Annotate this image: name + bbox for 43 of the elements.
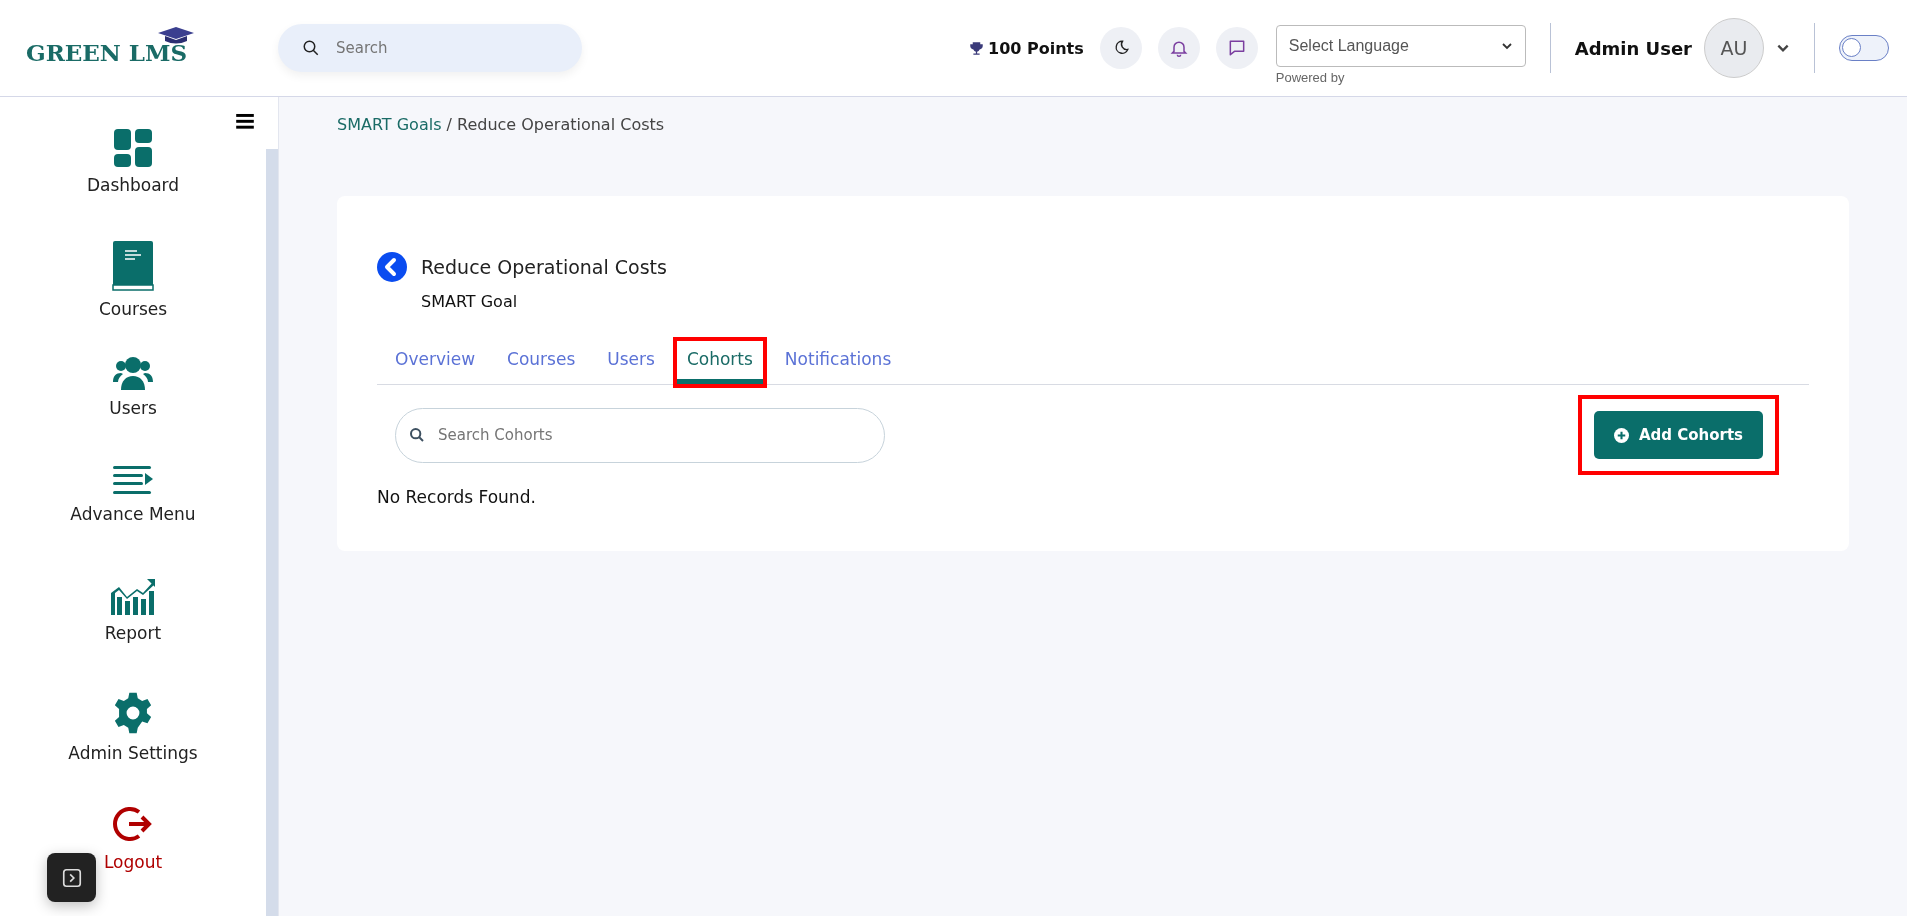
toggle-switch[interactable] <box>1839 35 1889 61</box>
search-icon <box>302 39 320 57</box>
book-icon <box>111 241 155 292</box>
search-field[interactable]: Search Cohorts <box>395 407 885 463</box>
expand-button[interactable] <box>47 853 96 902</box>
chevron-right-icon <box>60 866 83 889</box>
sidebar-item[interactable]: Admin Settings <box>68 691 198 804</box>
language-select[interactable]: Select Language <box>1275 25 1526 67</box>
breadcrumb-link[interactable]: SMART Goals <box>337 115 442 134</box>
avatar[interactable]: AU <box>1704 18 1764 78</box>
dark-mode-button[interactable] <box>1099 27 1142 69</box>
sidebar-item[interactable]: Courses <box>98 241 168 354</box>
chevron-down-icon <box>1500 40 1513 52</box>
empty-message: No Records Found. <box>377 487 537 507</box>
search-icon <box>409 426 425 443</box>
scrollbar[interactable] <box>266 149 278 916</box>
powered-by-text: Powered by <box>1275 70 1346 85</box>
chat-button[interactable] <box>1215 27 1258 69</box>
search-field[interactable]: Search <box>278 24 582 72</box>
chart-icon <box>111 578 155 615</box>
page-title: Reduce Operational Costs <box>421 255 667 280</box>
sidebar-item[interactable]: Advance Menu <box>70 466 196 579</box>
plus-circle-icon <box>1613 427 1629 443</box>
points-count: 100 Points <box>988 38 1084 58</box>
sidebar-item[interactable]: Report <box>104 578 162 692</box>
grid-icon <box>114 128 152 167</box>
trophy-icon <box>969 40 984 56</box>
add-cohorts-button[interactable]: Add Cohorts <box>1593 411 1763 459</box>
tab[interactable]: Users <box>597 341 665 384</box>
tab[interactable]: Overview <box>385 341 486 384</box>
bell-button[interactable] <box>1157 27 1200 69</box>
logo[interactable]: GREEN LMS <box>26 30 208 66</box>
list-icon <box>113 466 153 497</box>
page-subtitle: SMART Goal <box>421 292 519 311</box>
sidebar-item[interactable]: Dashboard <box>86 128 180 242</box>
sidebar-item[interactable]: Logout <box>103 803 163 916</box>
breadcrumb-current: / Reduce Operational Costs <box>446 115 665 134</box>
user-name: Admin User <box>1574 37 1692 59</box>
tab[interactable]: Courses <box>497 341 586 384</box>
tab[interactable]: Notifications <box>774 341 902 384</box>
sidebar-item[interactable]: Users <box>109 353 157 467</box>
back-button[interactable] <box>377 252 407 282</box>
menu-icon[interactable] <box>236 113 254 129</box>
